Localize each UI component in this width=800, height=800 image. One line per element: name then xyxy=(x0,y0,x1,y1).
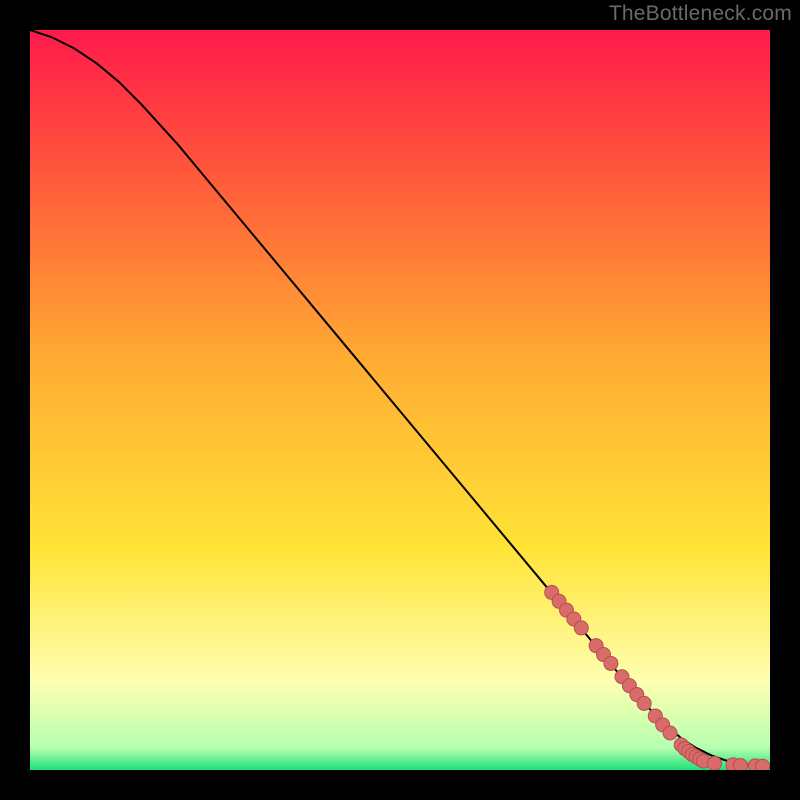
data-point-marker xyxy=(756,759,770,770)
data-point-marker xyxy=(604,656,618,670)
data-point-marker xyxy=(574,621,588,635)
data-point-marker xyxy=(708,756,722,770)
watermark-label: TheBottleneck.com xyxy=(609,2,792,26)
gradient-background xyxy=(30,30,770,770)
data-point-marker xyxy=(733,759,747,770)
plot-area xyxy=(30,30,770,770)
chart-frame: TheBottleneck.com xyxy=(0,0,800,800)
data-point-marker xyxy=(637,696,651,710)
plot-svg xyxy=(30,30,770,770)
data-point-marker xyxy=(663,726,677,740)
